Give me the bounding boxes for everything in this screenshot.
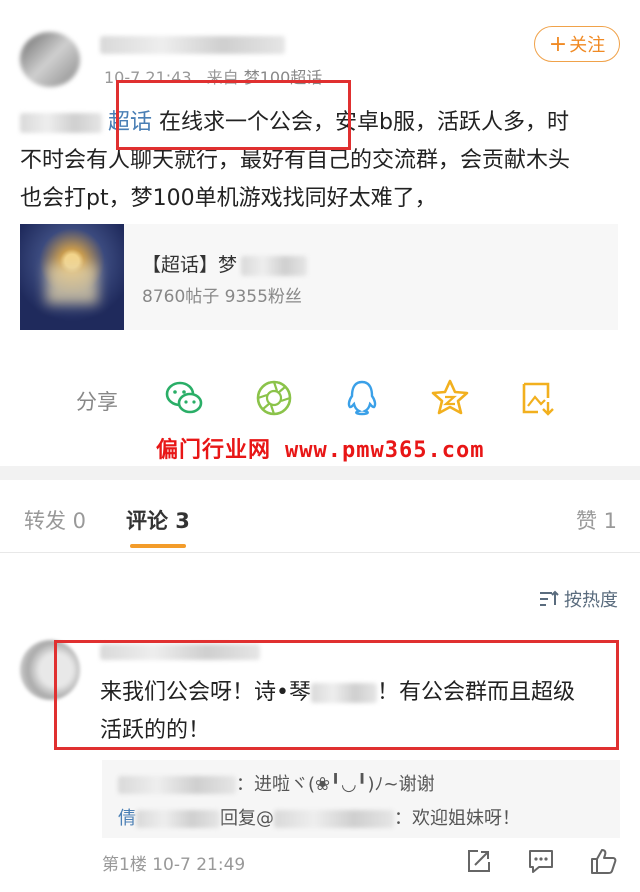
supertopic-card[interactable]: 【超话】梦 8760帖子 9355粉丝 xyxy=(20,224,618,330)
plus-icon: + xyxy=(548,31,568,57)
highlight-box xyxy=(116,80,351,150)
watermark-domain: www.pmw365.com xyxy=(285,438,485,463)
supertopic-title-blurred xyxy=(241,255,308,276)
follow-label: 关注 xyxy=(569,35,606,56)
reply-text: 回复@ xyxy=(220,808,274,829)
reply-author-blurred[interactable] xyxy=(118,776,236,794)
reply-line: 倩 回复@ ：欢迎姐妹呀！ xyxy=(118,804,520,830)
qq-icon[interactable] xyxy=(342,378,382,418)
tab-comments[interactable]: 评论 3 xyxy=(126,505,190,535)
section-divider xyxy=(0,466,640,480)
supertopic-stats: 8760帖子 9355粉丝 xyxy=(142,287,302,307)
supertopic-thumbnail xyxy=(20,224,124,330)
reply-preview[interactable]: ：进啦ヾ(❀╹◡╹)ﾉ~谢谢 倩 回复@ ：欢迎姐妹呀！ xyxy=(102,760,620,838)
highlight-box xyxy=(54,640,619,750)
reply-text: ：欢迎姐妹呀！ xyxy=(394,808,520,829)
post-text-line-3: 也会打pt，梦100单机游戏找同好太难了， xyxy=(20,186,437,211)
reply-author-visible[interactable]: 倩 xyxy=(118,808,136,829)
reply-text: ：进啦ヾ(❀╹◡╹)ﾉ~谢谢 xyxy=(236,774,435,795)
sort-icon xyxy=(540,590,559,606)
sort-by-hot-button[interactable]: 按热度 xyxy=(538,586,618,612)
follow-button[interactable]: + 关注 xyxy=(534,26,620,62)
like-icon[interactable] xyxy=(588,846,618,876)
tab-likes[interactable]: 赞 1 xyxy=(576,505,617,535)
watermark: 偏门行业网 www.pmw365.com xyxy=(156,432,484,464)
tab-repost[interactable]: 转发 0 xyxy=(24,505,86,535)
wechat-icon[interactable] xyxy=(164,378,204,418)
supertopic-name-blurred[interactable] xyxy=(20,113,102,133)
share-comment-icon[interactable] xyxy=(464,846,494,876)
moments-icon[interactable] xyxy=(254,378,294,418)
comment-floor-meta: 第1楼 10-7 21:49 xyxy=(102,855,246,875)
reply-comment-icon[interactable] xyxy=(526,846,556,876)
supertopic-title-visible: 梦 xyxy=(218,254,238,276)
reply-author-blurred[interactable] xyxy=(136,810,220,828)
reply-mention-blurred[interactable] xyxy=(274,810,394,828)
qzone-icon[interactable] xyxy=(430,378,470,418)
supertopic-title-prefix: 【超话】 xyxy=(142,254,219,276)
save-image-icon[interactable] xyxy=(518,378,558,418)
share-label: 分享 xyxy=(76,390,118,414)
user-name-blurred[interactable] xyxy=(100,36,285,54)
watermark-cn: 偏门行业网 xyxy=(156,438,272,463)
tab-divider xyxy=(0,552,640,553)
sort-label: 按热度 xyxy=(564,590,618,611)
supertopic-title: 【超话】梦 xyxy=(142,250,308,277)
user-avatar[interactable] xyxy=(20,32,80,87)
reply-line: ：进啦ヾ(❀╹◡╹)ﾉ~谢谢 xyxy=(118,770,435,796)
active-tab-indicator xyxy=(130,544,186,548)
